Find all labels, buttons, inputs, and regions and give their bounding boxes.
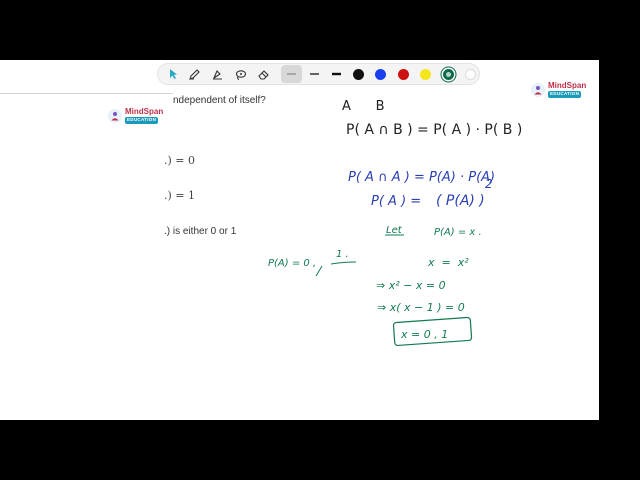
color-swatch-green[interactable] xyxy=(443,69,454,80)
ink-a-b: A B xyxy=(342,99,385,114)
lasso-tool-button[interactable] xyxy=(231,65,249,83)
ink-blue-exponent: 2 xyxy=(485,177,493,191)
eraser-icon xyxy=(257,68,270,81)
thin-line-icon xyxy=(286,72,297,76)
ink-side-expr: P(A) = 0 , xyxy=(268,258,316,269)
ink-answer: x = 0 , 1 xyxy=(400,328,448,341)
medium-line-icon xyxy=(309,72,320,76)
eraser-tool-button[interactable] xyxy=(254,65,272,83)
color-swatch-red[interactable] xyxy=(398,69,409,80)
ink-blue-line-1: P( A ∩ A ) = P(A) · P(A) xyxy=(348,170,495,185)
color-swatch-blue[interactable] xyxy=(375,69,386,80)
ink-blue-line-2b: ( P(A) ) xyxy=(436,193,485,209)
ink-blue-line-2a: P( A ) = xyxy=(371,194,421,209)
pen-icon xyxy=(188,68,201,81)
pointer-tool-button[interactable] xyxy=(165,65,181,83)
drawing-toolbar xyxy=(157,63,480,85)
highlighter-tool-button[interactable] xyxy=(208,65,226,83)
stroke-thin-button[interactable] xyxy=(281,65,302,83)
thick-line-icon xyxy=(331,72,342,76)
cursor-arrow-icon xyxy=(167,68,179,80)
ink-let-expr: P(A) = x . xyxy=(434,227,482,238)
ink-eq-1: x = x² xyxy=(427,256,469,269)
lasso-icon xyxy=(234,68,247,81)
pen-tool-button[interactable] xyxy=(185,65,203,83)
ink-underline-one xyxy=(330,261,357,265)
ink-let: Let xyxy=(386,225,403,236)
ink-product-rule: P( A ∩ B ) = P( A ) · P( B ) xyxy=(346,122,522,138)
ink-eq-2: ⇒ x² − x = 0 xyxy=(376,279,446,292)
stroke-thick-button[interactable] xyxy=(328,65,344,83)
stroke-medium-button[interactable] xyxy=(306,65,322,83)
color-swatch-white[interactable] xyxy=(465,69,476,80)
ink-eq-3: ⇒ x( x − 1 ) = 0 xyxy=(377,301,465,314)
highlighter-icon xyxy=(211,68,224,81)
color-swatch-black[interactable] xyxy=(353,69,364,80)
color-swatch-yellow[interactable] xyxy=(420,69,431,80)
ink-side-one: 1 . xyxy=(336,249,349,260)
ink-side-comma-stroke xyxy=(315,265,323,277)
selected-check-icon xyxy=(446,72,451,77)
